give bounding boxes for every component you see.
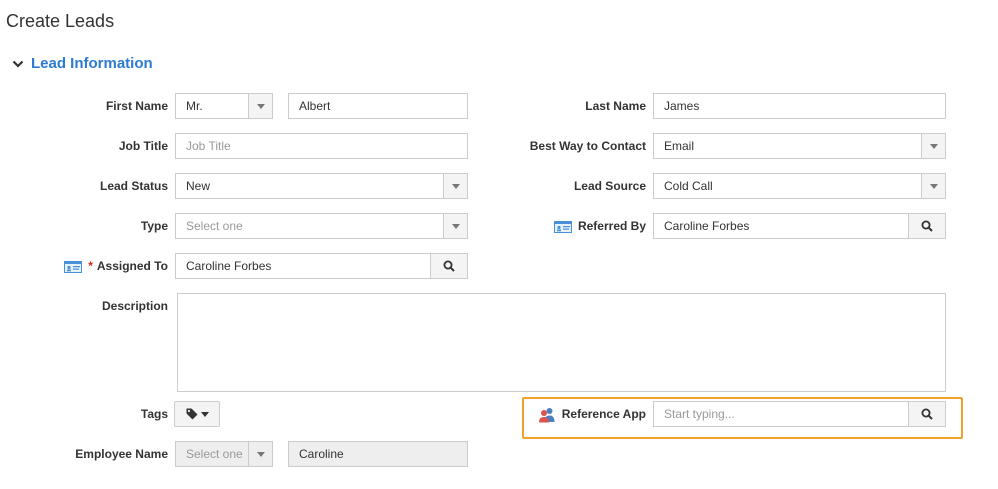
last-name-input[interactable]: James bbox=[653, 93, 946, 119]
section-header-lead-information[interactable]: Lead Information bbox=[12, 55, 153, 72]
reference-app-label: Reference App bbox=[500, 401, 646, 427]
last-name-value: James bbox=[664, 99, 700, 113]
assigned-to-label: * Assigned To bbox=[40, 253, 168, 279]
caret-down-icon bbox=[929, 183, 938, 189]
job-title-placeholder: Job Title bbox=[186, 139, 231, 153]
type-label: Type bbox=[140, 219, 168, 233]
assigned-to-search-button[interactable] bbox=[430, 254, 467, 278]
assigned-to-label-text: Assigned To bbox=[96, 259, 168, 273]
lead-status-label: Lead Status bbox=[99, 179, 168, 193]
best-way-value: Email bbox=[664, 139, 695, 153]
tags-dropdown-button[interactable] bbox=[174, 401, 220, 427]
select-arrow bbox=[248, 94, 272, 118]
lead-status-value: New bbox=[186, 179, 211, 193]
reference-app-lookup[interactable]: Start typing... bbox=[653, 401, 946, 427]
referred-by-search-button[interactable] bbox=[908, 214, 945, 238]
users-icon bbox=[538, 407, 555, 423]
description-label: Description bbox=[101, 299, 168, 313]
best-way-select[interactable]: Email bbox=[653, 133, 946, 159]
required-mark: * bbox=[88, 259, 93, 273]
caret-down-icon bbox=[451, 183, 460, 189]
select-arrow bbox=[921, 174, 945, 198]
select-arrow bbox=[443, 174, 467, 198]
tag-icon bbox=[186, 408, 197, 420]
first-name-value: Albert bbox=[299, 99, 331, 113]
type-placeholder: Select one bbox=[186, 219, 243, 233]
employee-name-select[interactable]: Select one bbox=[175, 441, 273, 467]
caret-down-icon bbox=[200, 411, 209, 417]
reference-app-placeholder: Start typing... bbox=[664, 407, 735, 421]
last-name-label: Last Name bbox=[585, 99, 646, 113]
description-textarea[interactable] bbox=[177, 293, 946, 392]
referred-by-label-text: Referred By bbox=[577, 219, 646, 233]
assigned-to-lookup[interactable]: Caroline Forbes bbox=[175, 253, 468, 279]
lead-source-select[interactable]: Cold Call bbox=[653, 173, 946, 199]
tags-label: Tags bbox=[140, 407, 168, 421]
job-title-label: Job Title bbox=[118, 139, 168, 153]
caret-down-icon bbox=[929, 143, 938, 149]
lead-source-label: Lead Source bbox=[573, 179, 646, 193]
select-arrow bbox=[921, 134, 945, 158]
first-name-input[interactable]: Albert bbox=[288, 93, 468, 119]
select-arrow bbox=[443, 214, 467, 238]
search-icon bbox=[921, 220, 933, 232]
assigned-to-value: Caroline Forbes bbox=[186, 259, 272, 273]
reference-app-search-button[interactable] bbox=[908, 402, 945, 426]
job-title-input[interactable]: Job Title bbox=[175, 133, 468, 159]
caret-down-icon bbox=[451, 223, 460, 229]
caret-down-icon bbox=[256, 451, 265, 457]
search-icon bbox=[443, 260, 455, 272]
chevron-down-icon bbox=[12, 60, 24, 68]
section-title: Lead Information bbox=[31, 55, 153, 72]
best-way-label: Best Way to Contact bbox=[529, 139, 646, 153]
employee-name-label: Employee Name bbox=[75, 447, 168, 461]
referred-by-lookup[interactable]: Caroline Forbes bbox=[653, 213, 946, 239]
first-name-label: First Name bbox=[105, 99, 168, 113]
employee-name-input[interactable]: Caroline bbox=[288, 441, 468, 467]
reference-app-label-text: Reference App bbox=[561, 407, 646, 421]
salutation-select[interactable]: Mr. bbox=[175, 93, 273, 119]
contact-card-icon bbox=[64, 260, 83, 273]
employee-name-value: Caroline bbox=[299, 447, 344, 461]
referred-by-label: Referred By bbox=[500, 213, 646, 239]
select-arrow bbox=[248, 442, 272, 466]
type-select[interactable]: Select one bbox=[175, 213, 468, 239]
contact-card-icon bbox=[553, 220, 572, 233]
lead-source-value: Cold Call bbox=[664, 179, 713, 193]
referred-by-value: Caroline Forbes bbox=[664, 219, 750, 233]
page-title: Create Leads bbox=[6, 11, 115, 31]
lead-status-select[interactable]: New bbox=[175, 173, 468, 199]
employee-name-placeholder: Select one bbox=[186, 447, 243, 461]
search-icon bbox=[921, 408, 933, 420]
salutation-value: Mr. bbox=[186, 99, 203, 113]
caret-down-icon bbox=[256, 103, 265, 109]
